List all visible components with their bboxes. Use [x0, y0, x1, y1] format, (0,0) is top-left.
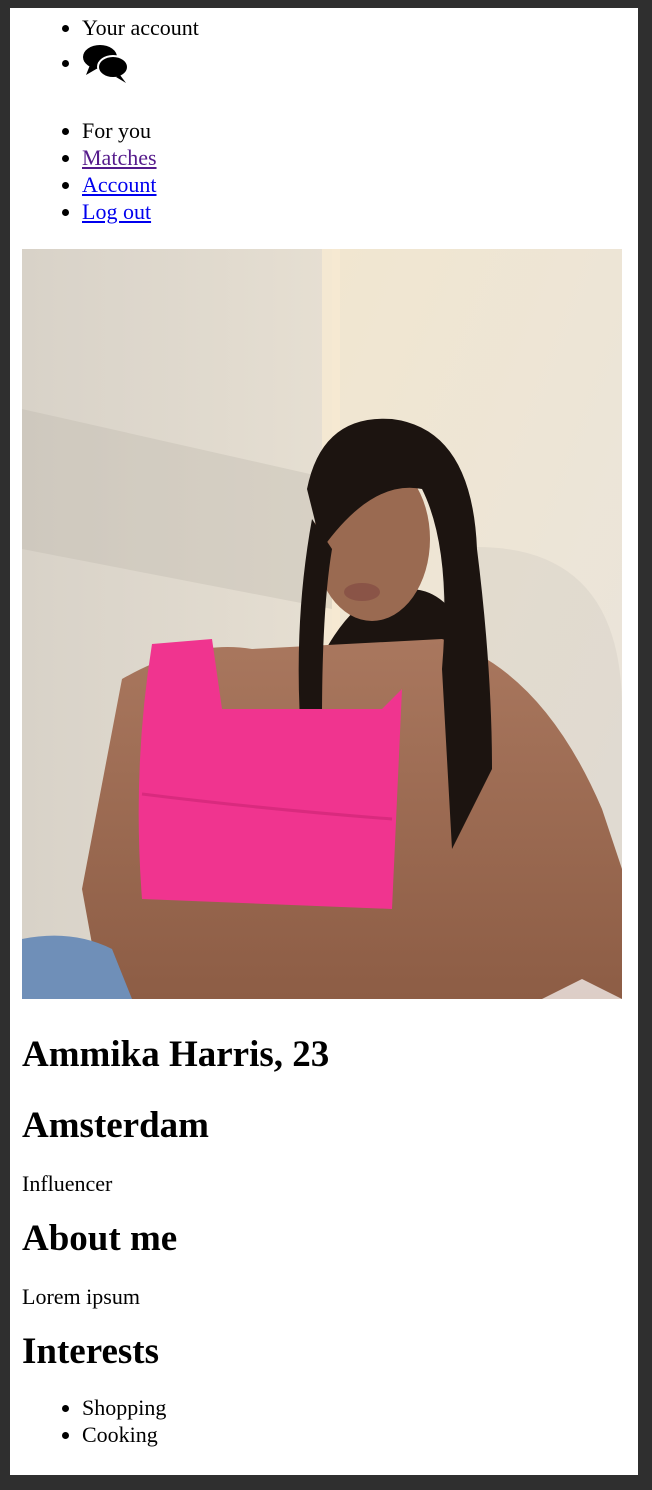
about-heading: About me [22, 1218, 178, 1259]
account-menu: Your account [22, 14, 638, 85]
matches-link[interactable]: Matches [82, 145, 157, 170]
nav-item-for-you: For you [82, 117, 638, 144]
interest-item: Shopping [82, 1394, 622, 1421]
account-link[interactable]: Account [82, 172, 157, 197]
profile-photo [22, 249, 622, 999]
profile-city: Amsterdam [22, 1105, 210, 1146]
main-nav: For you Matches Account Log out [22, 117, 638, 225]
nav-label-for-you: For you [82, 118, 152, 143]
profile-name-age: Ammika Harris, 23 [22, 1034, 330, 1075]
chat-bubbles-icon[interactable] [82, 43, 130, 85]
nav-item-log-out[interactable]: Log out [82, 198, 638, 225]
nav-item-account[interactable]: Account [82, 171, 638, 198]
interests-list: Shopping Cooking [22, 1394, 622, 1448]
messages-item[interactable] [82, 41, 638, 85]
your-account-item[interactable]: Your account [82, 14, 638, 41]
interest-item: Cooking [82, 1421, 622, 1448]
nav-item-matches[interactable]: Matches [82, 144, 638, 171]
page: Your account For you Matches Account Log… [10, 8, 638, 1475]
your-account-label: Your account [82, 15, 199, 40]
profile-details: Ammika Harris, 23 Amsterdam Influencer A… [22, 1033, 622, 1448]
profile-occupation: Influencer [22, 1171, 113, 1196]
interests-heading: Interests [22, 1331, 160, 1372]
about-text: Lorem ipsum [22, 1284, 140, 1309]
log-out-link[interactable]: Log out [82, 199, 151, 224]
